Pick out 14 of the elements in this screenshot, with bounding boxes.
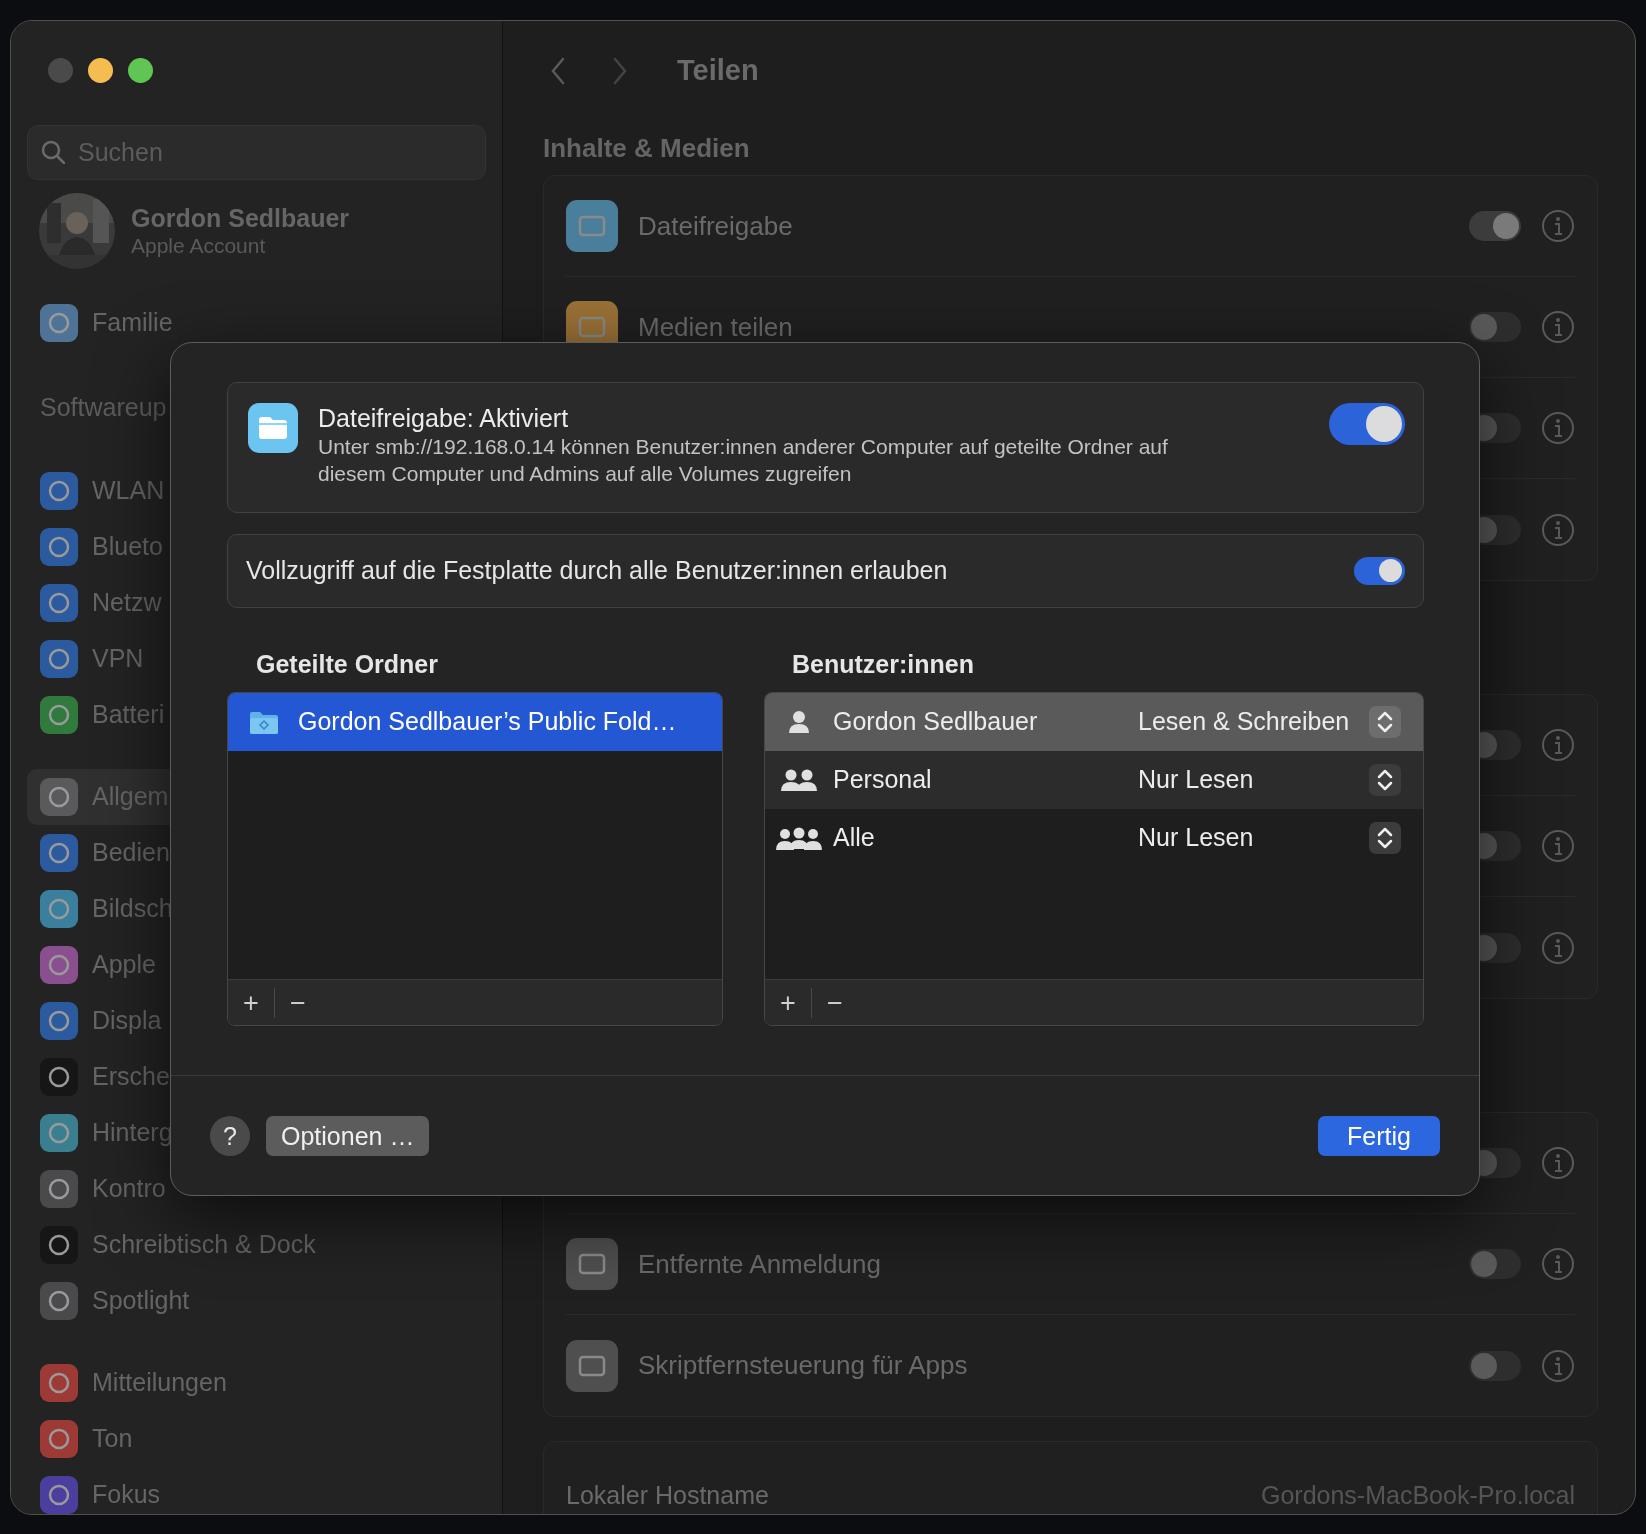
- service-label: Entfernte Anmeldung: [638, 1247, 882, 1281]
- hostname-label: Lokaler Hostname: [566, 1480, 769, 1512]
- sidebar-text: Softwareup: [40, 392, 167, 424]
- service-description: Unter smb://192.168.0.14 können Benutzer:innen anderer Computer auf geteilte Ordner auf diesem Computer und Admins auf alle Volumes zugreifen: [318, 434, 1169, 487]
- list-heading: Benutzer:innen: [792, 649, 974, 678]
- service-label: Dateifreigabe: [638, 209, 794, 243]
- service-label: Skriptfernsteuerung für Apps: [638, 1349, 969, 1382]
- option-label: Vollzugriff auf die Festplatte durch alle Benutzer:innen erlauben: [246, 555, 948, 586]
- section-heading: Inhalte & Medien: [543, 133, 750, 163]
- page-title: Teilen: [677, 53, 759, 89]
- service-title: Dateifreigabe: Aktiviert: [318, 403, 570, 433]
- account-name: Gordon Sedlbauer: [131, 203, 350, 234]
- list-heading: Geteilte Ordner: [256, 649, 438, 678]
- service-label: Medien teilen: [638, 310, 794, 344]
